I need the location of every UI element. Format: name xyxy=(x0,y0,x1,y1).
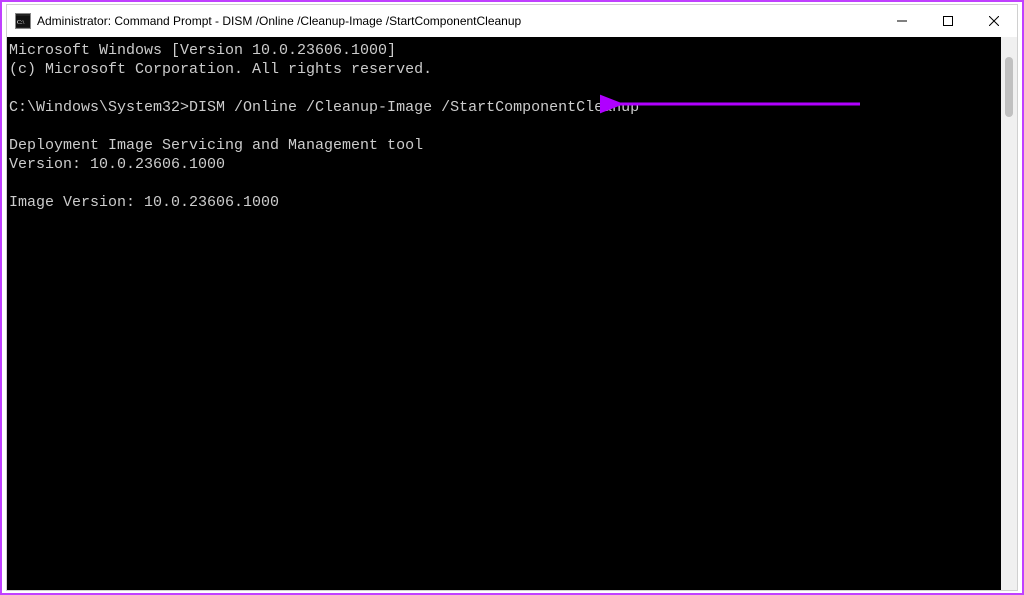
maximize-button[interactable] xyxy=(925,5,971,37)
terminal-line: (c) Microsoft Corporation. All rights re… xyxy=(9,60,999,79)
terminal-line xyxy=(9,174,999,193)
terminal-line xyxy=(9,117,999,136)
terminal-line: C:\Windows\System32>DISM /Online /Cleanu… xyxy=(9,98,999,117)
close-icon xyxy=(989,16,999,26)
maximize-icon xyxy=(943,16,953,26)
terminal-line: Version: 10.0.23606.1000 xyxy=(9,155,999,174)
terminal-output[interactable]: Microsoft Windows [Version 10.0.23606.10… xyxy=(7,37,1001,590)
scrollbar-track[interactable] xyxy=(1001,37,1017,590)
terminal-line: Microsoft Windows [Version 10.0.23606.10… xyxy=(9,41,999,60)
terminal-line xyxy=(9,79,999,98)
svg-text:C:\: C:\ xyxy=(17,20,25,26)
app-icon: C:\ xyxy=(15,13,31,29)
terminal-line: Deployment Image Servicing and Managemen… xyxy=(9,136,999,155)
window-controls xyxy=(879,5,1017,37)
scrollbar-thumb[interactable] xyxy=(1005,57,1013,117)
window-title: Administrator: Command Prompt - DISM /On… xyxy=(37,14,521,28)
terminal-line xyxy=(9,212,999,231)
window-titlebar[interactable]: C:\ Administrator: Command Prompt - DISM… xyxy=(7,5,1017,37)
minimize-button[interactable] xyxy=(879,5,925,37)
close-button[interactable] xyxy=(971,5,1017,37)
terminal-container: Microsoft Windows [Version 10.0.23606.10… xyxy=(7,37,1017,590)
command-prompt-window: C:\ Administrator: Command Prompt - DISM… xyxy=(6,4,1018,591)
terminal-line: Image Version: 10.0.23606.1000 xyxy=(9,193,999,212)
minimize-icon xyxy=(897,16,907,26)
